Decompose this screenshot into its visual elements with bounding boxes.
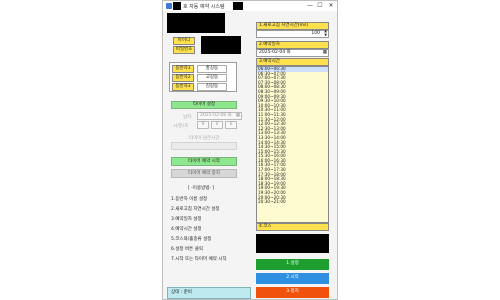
app-window: 호 자동 예약 시스템 — ☐ ✕ 아이디 비밀번호 동반자1 홍길동 동반자2… [162, 0, 338, 300]
stop-button[interactable]: 3.정지 [256, 287, 329, 298]
id-password-input[interactable] [201, 36, 241, 54]
course-label: 4.코스 [256, 223, 329, 231]
start-button[interactable]: 2.시작 [256, 273, 329, 284]
window-title: 호 자동 예약 시스템 [183, 4, 225, 10]
timer-stop-button[interactable]: 타이머 예약 중지 [171, 169, 237, 178]
instruction-step-7: 7.시작 또는 타이머 예약 시작 [171, 257, 227, 262]
close-button[interactable]: ✕ [326, 2, 336, 10]
course-select[interactable] [256, 234, 329, 253]
redacted-logo [167, 13, 225, 33]
redacted-block [233, 2, 243, 10]
status-bar: 상태 : 준비 [167, 287, 251, 299]
setting-button[interactable]: 1.설정 [256, 259, 329, 270]
companion-field-1[interactable]: 홍길동 [197, 65, 227, 73]
refresh-delay-label: 1.새로고침 지연시간(ms) [256, 22, 329, 30]
redacted-block [173, 2, 181, 10]
timer-start-button[interactable]: 타이머 예약 시작 [171, 157, 237, 166]
companion-label-2: 동반자2 [172, 74, 194, 82]
maximize-button[interactable]: ☐ [315, 2, 325, 10]
timer-date-label: 날자 [183, 115, 192, 120]
timer-remaining-label: 타이머 남은시간 [189, 136, 220, 141]
companion-label-3: 동반자3 [172, 83, 194, 91]
instruction-step-4: 4.예약시간 설정 [171, 227, 202, 232]
minimize-button[interactable]: — [305, 2, 315, 10]
timer-setting-button[interactable]: 타이머 설정 [171, 101, 237, 109]
timer-hour-field[interactable]: 9 [197, 121, 209, 129]
app-icon [166, 3, 172, 9]
instruction-step-2: 2.새로고침 지연시간 설정 [171, 207, 220, 212]
time-slot-list[interactable]: 06:00~06:30 06:30~07:00 07:00~07:30 07:30~0… [256, 66, 329, 223]
calendar-icon: ▦ [235, 113, 240, 118]
reservation-time-label: 3.예약시간 [256, 58, 329, 66]
refresh-delay-input[interactable]: 100 ▲ ▼ [256, 29, 329, 38]
title-bar: 호 자동 예약 시스템 — ☐ ✕ [163, 1, 337, 11]
calendar-icon: ▦ [322, 50, 327, 55]
reservation-date-value: 2025-02-04 화 [259, 50, 291, 55]
reservation-date-picker[interactable]: 2025-02-04 화 ▦ [256, 49, 329, 57]
timer-date-picker[interactable]: 2025-02-08 화 ▦ [197, 112, 242, 120]
timer-remaining-display [171, 142, 237, 150]
companion-field-3[interactable]: 김길동 [197, 83, 227, 91]
instruction-step-5: 5.코스와/홀종류 설정 [171, 237, 212, 242]
instruction-step-6: 6.설정 버튼 클릭 [171, 247, 203, 252]
reservation-date-label: 2.예약일자 [256, 41, 329, 49]
instruction-step-3: 3.예약일자 설정 [171, 217, 202, 222]
instruction-step-1: 1.동반자 이름 설정 [171, 197, 208, 202]
instructions-heading: [ -이용방법- ] [188, 186, 215, 191]
timer-minute-field[interactable]: 0 [211, 121, 223, 129]
spinner-icon[interactable]: ▲ ▼ [324, 29, 327, 37]
timer-date-value: 2025-02-08 화 [200, 113, 232, 118]
timer-second-field[interactable]: 0 [225, 121, 237, 129]
companion-label-1: 동반자1 [172, 65, 194, 73]
password-label: 비밀번호 [173, 46, 195, 54]
companion-field-2[interactable]: 고길동 [197, 74, 227, 82]
id-label: 아이디 [173, 37, 195, 45]
time-slot-item[interactable]: 20:30~21:00 [257, 200, 328, 205]
timer-time-label: 시/분/초 [173, 124, 189, 129]
companion-group: 동반자1 홍길동 동반자2 고길동 동반자3 김길동 [169, 62, 237, 92]
refresh-delay-value: 100 [311, 31, 320, 36]
